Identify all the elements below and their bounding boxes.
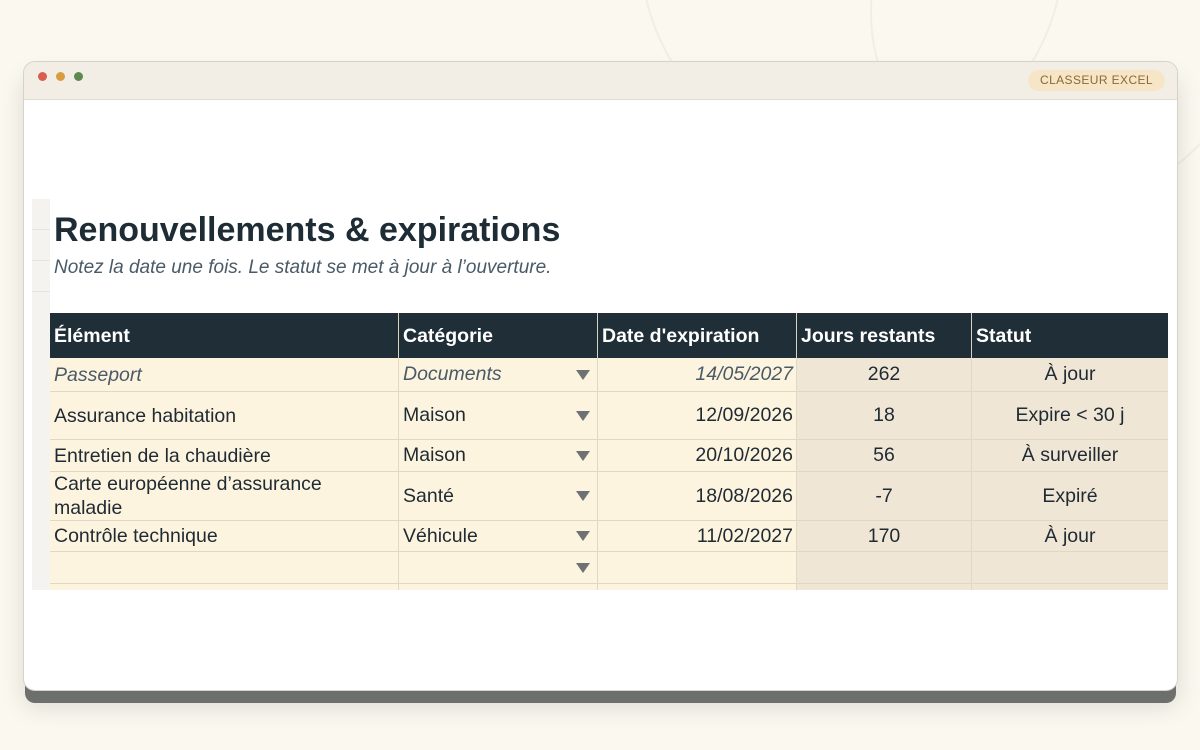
cell-days-remaining[interactable]: 262 <box>797 358 972 392</box>
column-header-element[interactable]: Élément <box>50 313 399 358</box>
column-header-status[interactable]: Statut <box>972 313 1168 358</box>
maximize-window-button[interactable] <box>74 72 83 81</box>
column-header-days-remaining[interactable]: Jours restants <box>797 313 972 358</box>
cell-category-dropdown[interactable]: Santé <box>399 472 598 521</box>
cell-expiration-date[interactable]: 18/08/2026 <box>598 472 797 521</box>
chevron-down-icon[interactable] <box>576 410 590 421</box>
cell-expiration-date[interactable]: 14/05/2027 <box>598 358 797 392</box>
app-badge: CLASSEUR EXCEL <box>1028 70 1165 91</box>
cell-days-remaining[interactable] <box>797 552 972 584</box>
chevron-down-icon[interactable] <box>576 450 590 461</box>
chevron-down-icon[interactable] <box>576 491 590 501</box>
table-row: Entretien de la chaudière Maison 20/10/2… <box>50 440 1168 472</box>
cell-days-remaining[interactable]: 56 <box>797 440 972 472</box>
cell-expiration-date[interactable]: 12/09/2026 <box>598 392 797 440</box>
chevron-down-icon[interactable] <box>576 369 590 380</box>
table-row: Assurance habitation Maison 12/09/2026 1… <box>50 392 1168 440</box>
cell-expiration-date[interactable]: 11/02/2027 <box>598 521 797 552</box>
cell-status[interactable]: À jour <box>972 521 1168 552</box>
cell-category-value: Santé <box>403 484 454 507</box>
cell-status <box>972 584 1168 590</box>
spreadsheet: Renouvellements & expirations Notez la d… <box>32 199 1169 590</box>
cell-status[interactable] <box>972 552 1168 584</box>
minimize-window-button[interactable] <box>56 72 65 81</box>
cell-category-dropdown[interactable]: Maison <box>399 440 598 472</box>
cell-status[interactable]: Expire < 30 j <box>972 392 1168 440</box>
cell-category-value: Maison <box>403 404 466 426</box>
close-window-button[interactable] <box>38 72 47 81</box>
cell-element[interactable]: Carte européenne d’assurance maladie <box>50 472 399 521</box>
cell-status[interactable]: À surveiller <box>972 440 1168 472</box>
cell-element[interactable]: Assurance habitation <box>50 392 399 440</box>
cell-days-remaining[interactable]: -7 <box>797 472 972 521</box>
column-header-category[interactable]: Catégorie <box>399 313 598 358</box>
cell-category-dropdown[interactable]: Maison <box>399 392 598 440</box>
table-row-partial <box>50 584 1168 590</box>
cell-category-dropdown[interactable] <box>399 552 598 584</box>
sheet-title: Renouvellements & expirations <box>54 211 561 249</box>
cell-category <box>399 584 598 590</box>
cell-element[interactable]: Entretien de la chaudière <box>50 440 399 472</box>
row-header-gutter <box>32 199 50 590</box>
chevron-down-icon[interactable] <box>576 562 590 573</box>
title-bar: CLASSEUR EXCEL <box>24 62 1177 100</box>
cell-days-remaining <box>797 584 972 590</box>
cell-category-value: Maison <box>403 444 466 466</box>
cell-category-value: Véhicule <box>403 524 478 547</box>
cell-status[interactable]: Expiré <box>972 472 1168 521</box>
column-header-expiration-date[interactable]: Date d'expiration <box>598 313 797 358</box>
cell-days-remaining[interactable]: 18 <box>797 392 972 440</box>
cell-expiration-date[interactable]: 20/10/2026 <box>598 440 797 472</box>
cell-category-value: Documents <box>403 363 502 385</box>
cell-element <box>50 584 399 590</box>
app-window: CLASSEUR EXCEL Renouvellements & expirat… <box>23 61 1178 691</box>
cell-element[interactable]: Passeport <box>50 358 399 392</box>
cell-status[interactable]: À jour <box>972 358 1168 392</box>
cell-expiration-date <box>598 584 797 590</box>
chevron-down-icon[interactable] <box>576 531 590 541</box>
cell-expiration-date[interactable] <box>598 552 797 584</box>
cell-element[interactable] <box>50 552 399 584</box>
table-row: Contrôle technique Véhicule 11/02/2027 1… <box>50 521 1168 552</box>
cell-category-dropdown[interactable]: Véhicule <box>399 521 598 552</box>
cell-element[interactable]: Contrôle technique <box>50 521 399 552</box>
cell-days-remaining[interactable]: 170 <box>797 521 972 552</box>
table-header: Élément Catégorie Date d'expiration Jour… <box>50 313 1168 358</box>
table-row: Passeport Documents 14/05/2027 262 À jou… <box>50 358 1168 392</box>
cell-category-dropdown[interactable]: Documents <box>399 358 598 392</box>
table-row-empty <box>50 552 1168 584</box>
table-row: Carte européenne d’assurance maladie San… <box>50 472 1168 521</box>
sheet-subtitle: Notez la date une fois. Le statut se met… <box>54 257 552 278</box>
